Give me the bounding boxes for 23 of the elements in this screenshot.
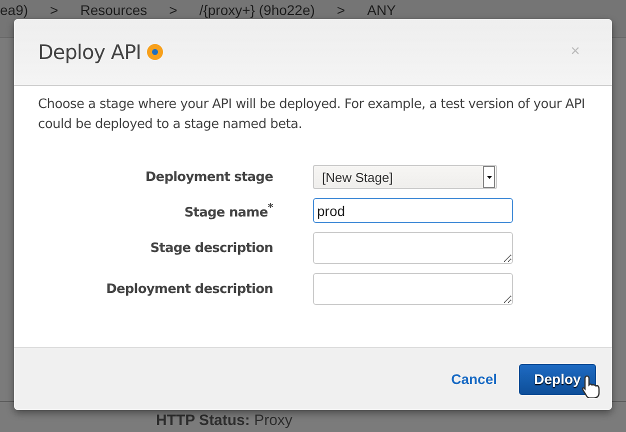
breadcrumb-link[interactable]: Resources [80,2,148,18]
breadcrumb-separator: > [50,2,58,18]
field-label: Stage description [149,240,273,256]
breadcrumb-separator: > [169,2,178,18]
breadcrumb-link[interactable]: ANY [367,2,396,18]
breadcrumb-link[interactable]: ea9) [0,2,28,18]
field-label: Deployment description [105,282,273,296]
stage-name-field[interactable]: prod [313,198,513,223]
deploy-button[interactable]: Deploy [519,364,596,394]
field-label: Stage name$^{*}$ [183,200,273,220]
hand-cursor-icon [581,374,601,398]
stage-dropdown[interactable]: [New Stage] [313,165,497,189]
dialog-title: Deploy API [38,40,142,64]
http-status-text: HTTP Status: Proxy [156,412,292,428]
field-label: Deployment stage [144,170,273,184]
description-field[interactable] [313,232,513,264]
breadcrumb-separator: > [336,2,346,18]
cancel-link[interactable]: Cancel [451,371,497,387]
breadcrumb-link[interactable]: /{proxy+} (9ho22e) [199,2,315,18]
caret-icon [486,176,492,178]
dialog-description: Choose a stage where your API will be deployed. For example, a test version of your API could be deployed to a stage named beta. [38,96,586,134]
info-icon[interactable] [147,44,164,60]
description-field[interactable] [313,273,513,305]
